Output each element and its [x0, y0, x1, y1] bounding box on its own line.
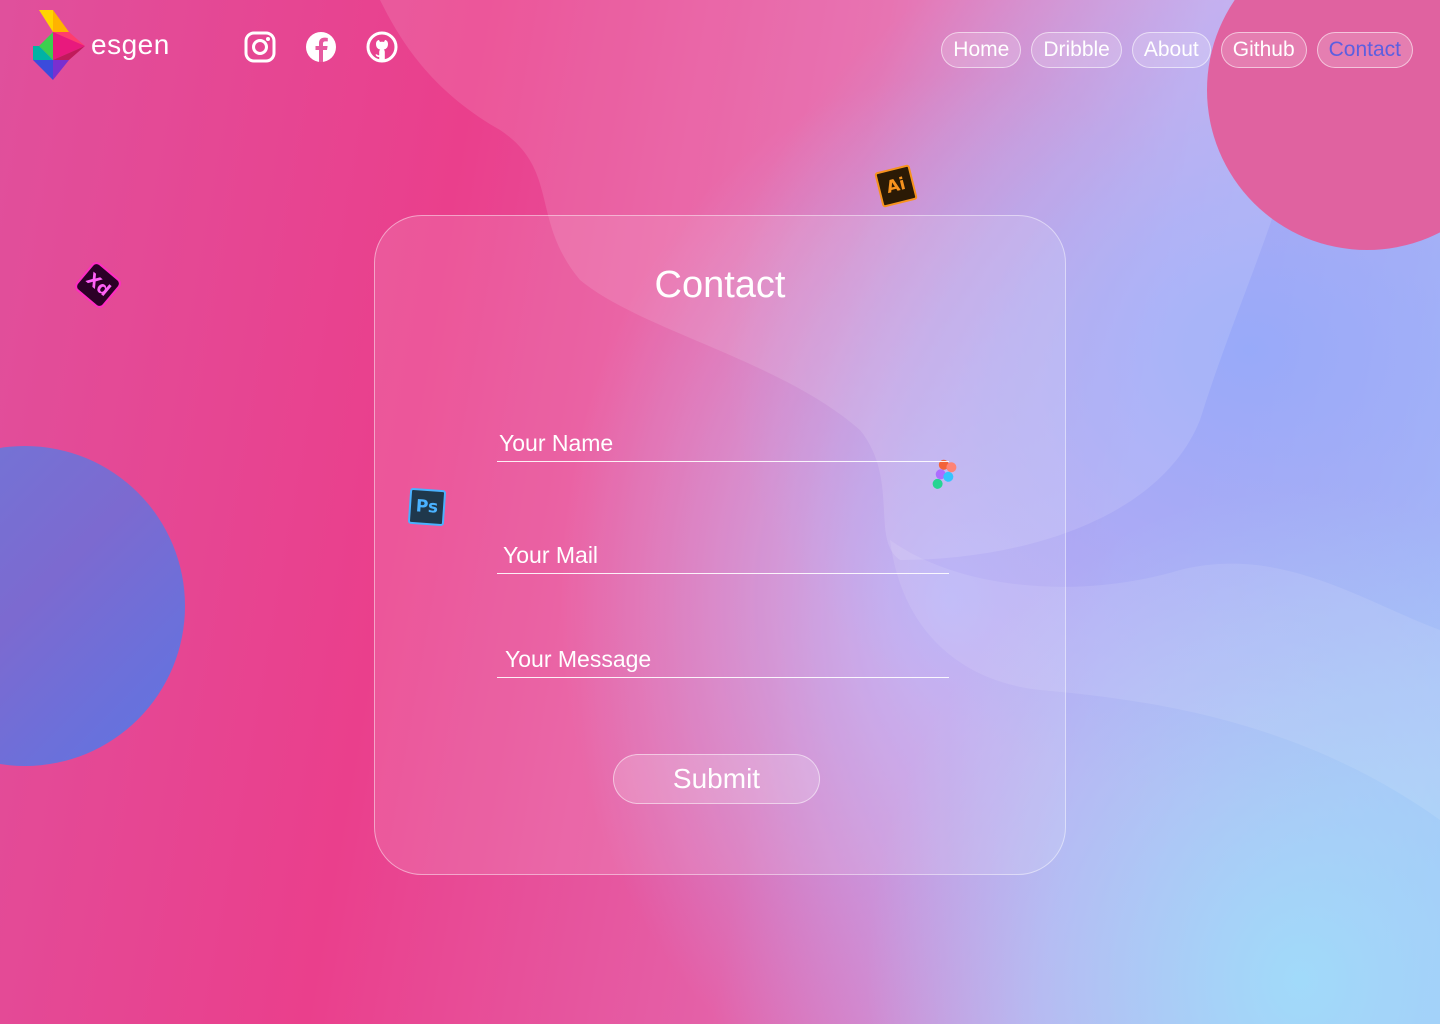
- contact-card: Contact Submit: [374, 215, 1066, 875]
- facebook-icon[interactable]: [305, 31, 337, 63]
- submit-button[interactable]: Submit: [613, 754, 820, 804]
- mail-input[interactable]: [497, 542, 949, 573]
- nav-contact[interactable]: Contact: [1316, 32, 1413, 68]
- mail-field: [497, 542, 949, 574]
- name-field: [497, 430, 949, 462]
- instagram-icon[interactable]: [244, 31, 276, 63]
- brand-logo[interactable]: esgen: [33, 10, 170, 80]
- github-icon[interactable]: [366, 31, 398, 63]
- message-field: [497, 646, 949, 678]
- nav-home[interactable]: Home: [941, 32, 1022, 68]
- logo-text: esgen: [91, 29, 170, 60]
- social-links: [244, 31, 398, 63]
- logo-mark-icon: [33, 10, 85, 80]
- page-title: Contact: [654, 264, 786, 306]
- nav-github[interactable]: Github: [1220, 32, 1307, 68]
- name-input[interactable]: [497, 430, 949, 461]
- nav-dribble[interactable]: Dribble: [1031, 32, 1122, 68]
- message-input[interactable]: [497, 646, 949, 677]
- nav-about[interactable]: About: [1131, 32, 1211, 68]
- top-navigation: Home Dribble About Github Contact: [941, 32, 1413, 68]
